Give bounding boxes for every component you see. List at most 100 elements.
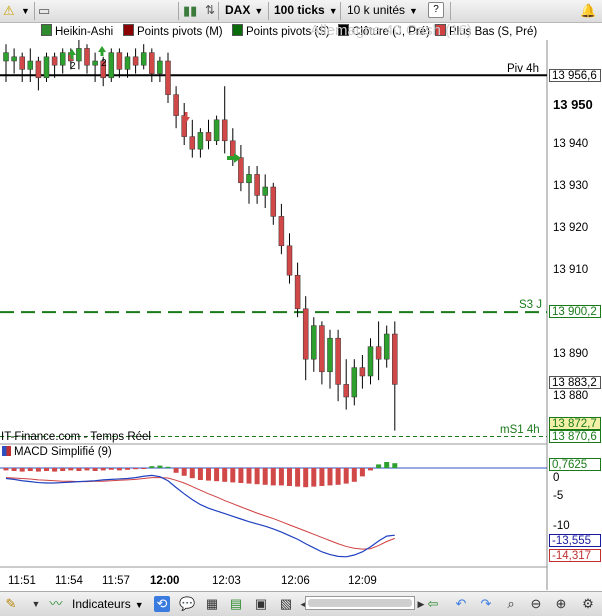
price-box-pivot: 13 956,6	[549, 69, 601, 82]
macd-histogram-bar	[44, 468, 49, 471]
macd-histogram-bar	[84, 468, 90, 471]
macd-histogram-bar	[392, 463, 398, 468]
candle-body	[383, 333, 390, 360]
signal-count: 2	[70, 61, 76, 72]
table-icon[interactable]: ▦	[204, 596, 220, 612]
level-label-s3j: S3 J	[519, 299, 543, 311]
undo-icon[interactable]: ↶	[453, 596, 469, 612]
time-tick: 11:54	[55, 575, 83, 587]
macd-histogram-bar	[359, 468, 365, 477]
macd-histogram-bar	[52, 468, 58, 472]
macd-color-chip	[2, 446, 11, 456]
time-tick: 12:03	[212, 575, 241, 587]
time-scrollbar[interactable]	[305, 596, 415, 610]
candle-body	[302, 308, 309, 360]
macd-histogram-bar	[141, 468, 147, 469]
price-box-ms1: 13 870,6	[549, 430, 601, 443]
share-icon[interactable]: ⟲	[154, 596, 170, 612]
price-chart[interactable]	[0, 0, 602, 615]
candle-body	[108, 52, 115, 79]
candle-body	[19, 56, 25, 70]
redo-icon[interactable]: ↷	[478, 596, 494, 612]
candle-body	[294, 274, 301, 310]
price-tick: 13 950	[553, 97, 593, 112]
macd-histogram-bar	[303, 468, 309, 488]
scrollbar-thumb[interactable]	[308, 599, 412, 607]
macd-tick: -5	[553, 490, 564, 502]
macd-histogram-bar	[125, 468, 130, 470]
macd-histogram-bar	[197, 468, 203, 480]
candle-body	[140, 52, 147, 66]
macd-hist-value: 0,7625	[549, 458, 601, 471]
candle-body	[335, 337, 341, 385]
macd-title[interactable]: MACD Simplifié (9)	[2, 446, 112, 458]
macd-histogram-bar	[262, 468, 268, 485]
macd-histogram-bar	[254, 468, 260, 485]
candle-body	[238, 157, 244, 184]
candle-body	[59, 52, 66, 66]
macd-histogram-bar	[116, 468, 122, 471]
candle-body	[213, 119, 220, 142]
grid-icon[interactable]: ▤	[228, 596, 244, 612]
comment-icon[interactable]: 💬	[179, 596, 195, 612]
macd-histogram-bar	[246, 468, 252, 484]
macd-histogram-bar	[214, 468, 220, 482]
macd-signal-line	[5, 477, 395, 550]
macd-histogram-bar	[76, 468, 82, 471]
candle-body	[197, 132, 204, 150]
level-label-ms1: mS1 4h	[500, 424, 540, 436]
image-icon[interactable]: ▣	[253, 596, 269, 612]
macd-histogram-bar	[384, 462, 390, 468]
level-label-piv4h: Piv 4h	[507, 63, 539, 75]
zoom-fit-icon[interactable]: ⌕	[503, 596, 519, 612]
macd-histogram-bar	[11, 468, 17, 471]
macd-histogram-bar	[278, 468, 284, 486]
macd-histogram-bar	[368, 468, 373, 471]
zoom-out-icon[interactable]: ⊖	[528, 596, 544, 612]
candle-body	[76, 48, 82, 62]
candle-body	[286, 245, 293, 276]
candle-body	[327, 337, 333, 373]
zoom-in-icon[interactable]: ⊕	[553, 596, 569, 612]
candle-body	[351, 367, 358, 398]
macd-histogram-bar	[3, 468, 9, 471]
candle-body	[367, 346, 374, 377]
candle-body	[221, 119, 228, 142]
candle-body	[254, 174, 260, 196]
indicators-button[interactable]: Indicateurs ▼	[72, 596, 144, 613]
candle-body	[359, 367, 366, 377]
macd-panel	[0, 462, 547, 558]
macd-histogram-bar	[181, 468, 187, 476]
macd-histogram-bar	[376, 464, 382, 468]
candle-body	[116, 52, 123, 70]
candle-body	[165, 60, 171, 95]
price-box-s3: 13 900,2	[549, 305, 601, 318]
candle-body	[262, 186, 268, 196]
macd-histogram-bar	[327, 468, 333, 486]
macd-histogram-bar	[238, 468, 244, 483]
dropdown-caret-icon[interactable]: ▼	[28, 596, 44, 612]
macd-histogram-bar	[222, 468, 228, 482]
export-icon[interactable]: ⇦	[425, 596, 441, 612]
candle-body	[173, 94, 179, 116]
candle-body	[157, 60, 163, 74]
candle-body	[84, 48, 90, 66]
settings-icon[interactable]: ⚙	[580, 596, 596, 612]
price-tick: 13 910	[553, 264, 589, 276]
price-tick: 13 940	[553, 138, 589, 150]
macd-histogram-bar	[165, 466, 171, 468]
candle-body	[189, 136, 196, 150]
layers-icon[interactable]: ▧	[278, 596, 294, 612]
pencil-icon[interactable]: ✎	[3, 596, 19, 612]
candle-body	[35, 60, 42, 79]
candle-body	[43, 56, 50, 79]
candle-body	[124, 56, 131, 70]
macd-histogram-bar	[351, 468, 357, 482]
macd-histogram-bar	[133, 468, 139, 470]
candle-body	[375, 346, 382, 360]
macd-histogram-bar	[295, 468, 301, 487]
candle-body	[51, 56, 58, 66]
indicators-icon[interactable]: 〰	[48, 596, 64, 612]
macd-histogram-bar	[149, 466, 155, 468]
time-tick: 12:00	[150, 575, 180, 587]
